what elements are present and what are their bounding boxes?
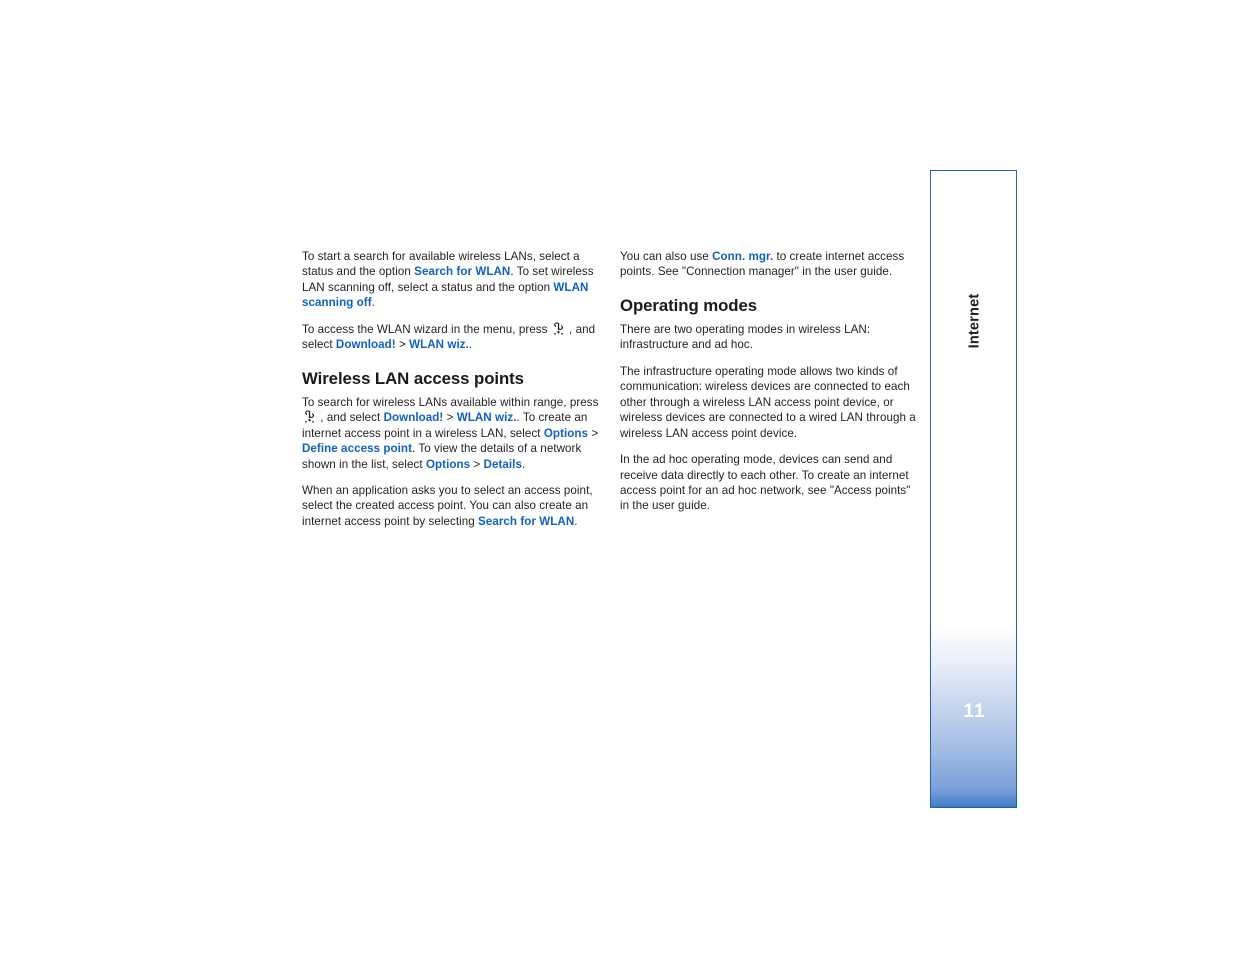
link-options[interactable]: Options — [426, 458, 470, 471]
paragraph-search-wlan: To start a search for available wireless… — [302, 249, 604, 311]
chapter-tab-label: Internet — [931, 171, 1016, 471]
link-search-for-wlan[interactable]: Search for WLAN — [414, 265, 510, 278]
text-run: . — [574, 514, 578, 528]
text-run: You can also use — [620, 250, 713, 263]
link-conn-mgr[interactable]: Conn. mgr. — [712, 250, 773, 263]
link-details[interactable]: Details — [484, 458, 522, 471]
text-run: . — [521, 457, 526, 471]
paragraph-conn-mgr: You can also use Conn. mgr. to create in… — [620, 249, 922, 280]
link-download[interactable]: Download! — [384, 411, 444, 424]
text-run: To search for wireless LANs available wi… — [302, 395, 599, 409]
text-run: To access the WLAN wizard in the menu, p… — [302, 322, 551, 336]
paragraph-search-wireless-lans: To search for wireless LANs available wi… — [302, 395, 604, 472]
link-search-for-wlan[interactable]: Search for WLAN — [478, 515, 574, 528]
link-options[interactable]: Options — [544, 427, 588, 440]
text-separator: > — [395, 338, 410, 352]
right-text-column: You can also use Conn. mgr. to create in… — [620, 249, 922, 514]
link-download[interactable]: Download! — [336, 338, 396, 351]
chapter-tab-label-text: Internet — [966, 293, 983, 349]
text-run: , and select — [317, 411, 384, 425]
text-separator: > — [443, 411, 457, 425]
paragraph-two-operating-modes: There are two operating modes in wireles… — [620, 322, 871, 352]
chapter-tab: Internet 11 — [930, 170, 1017, 808]
link-wlan-wiz[interactable]: WLAN wiz. — [409, 338, 469, 351]
text-separator: > — [588, 426, 599, 440]
menu-key-icon — [304, 410, 315, 423]
page-number: 11 — [963, 701, 986, 722]
text-separator: > — [470, 457, 484, 471]
text-run: . — [371, 296, 375, 310]
paragraph-ad-hoc-mode: In the ad hoc operating mode, devices ca… — [620, 453, 911, 513]
left-text-column: To start a search for available wireless… — [302, 249, 604, 529]
paragraph-application-access-point: When an application asks you to select a… — [302, 483, 604, 529]
link-define-access-point[interactable]: Define access point — [302, 442, 412, 455]
paragraph-wlan-wizard-access: To access the WLAN wizard in the menu, p… — [302, 322, 604, 353]
page-canvas: To start a search for available wireless… — [0, 0, 1235, 954]
paragraph-infrastructure-mode: The infrastructure operating mode allows… — [620, 364, 916, 440]
text-run: . — [468, 338, 473, 352]
heading-wireless-lan-access-points: Wireless LAN access points — [302, 368, 524, 388]
heading-operating-modes: Operating modes — [620, 295, 757, 315]
menu-key-icon — [553, 322, 564, 335]
link-wlan-wiz[interactable]: WLAN wiz. — [457, 411, 517, 424]
